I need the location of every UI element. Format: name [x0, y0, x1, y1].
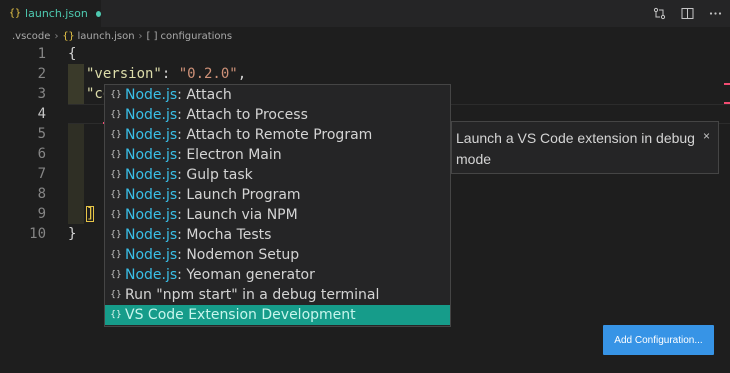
indent-guide — [68, 64, 84, 104]
suggestion-item[interactable]: {} Node.js: Attach to Process — [105, 105, 450, 125]
snippet-icon: {} — [110, 170, 122, 180]
json-colon: : — [161, 66, 179, 82]
snippet-icon: {} — [110, 290, 122, 300]
snippet-icon: {} — [110, 270, 122, 280]
tab-bar: {} launch.json — [0, 0, 730, 27]
snippet-icon: {} — [110, 230, 122, 240]
suggestion-item[interactable]: {} Node.js: Attach to Remote Program — [105, 125, 450, 145]
bracket-close: ] — [86, 206, 95, 222]
line-number: 4 — [37, 106, 46, 122]
suggestion-details: Launch a VS Code extension in debug mode… — [451, 121, 719, 174]
code-line: } — [68, 226, 77, 242]
suggestion-list[interactable]: {} Node.js: Attach {} Node.js: Attach to P… — [104, 84, 451, 327]
breadcrumb-vscode[interactable]: .vscode — [12, 31, 50, 42]
tab-label: launch.json — [25, 7, 88, 20]
unsaved-dot-icon[interactable] — [95, 10, 101, 17]
snippet-icon: {} — [110, 210, 122, 220]
suggestion-item[interactable]: {} Node.js: Mocha Tests — [105, 225, 450, 245]
snippet-icon: {} — [110, 130, 122, 140]
line-number: 9 — [37, 206, 46, 222]
breadcrumb-configurations[interactable]: configurations — [161, 31, 233, 42]
overview-ruler-mark — [724, 83, 730, 85]
suggestion-item[interactable]: {} Node.js: Yeoman generator — [105, 265, 450, 285]
more-icon[interactable] — [706, 5, 724, 21]
snippet-icon: {} — [110, 250, 122, 260]
details-text: Launch a VS Code extension in debug mode — [456, 130, 695, 167]
add-configuration-button[interactable]: Add Configuration... — [603, 325, 714, 355]
array-icon: [ ] — [146, 30, 158, 42]
json-key: "version" — [86, 66, 162, 82]
line-number: 6 — [37, 146, 46, 162]
snippet-icon: {} — [110, 90, 122, 100]
json-file-icon: {} — [9, 8, 22, 19]
line-number: 10 — [29, 226, 46, 242]
suggestion-item[interactable]: {} Node.js: Nodemon Setup — [105, 245, 450, 265]
suggestion-item[interactable]: {} Node.js: Attach — [105, 85, 450, 105]
snippet-icon: {} — [110, 190, 122, 200]
close-icon[interactable]: × — [703, 126, 710, 147]
line-number: 8 — [37, 186, 46, 202]
suggestion-item[interactable]: {} Node.js: Gulp task — [105, 165, 450, 185]
suggestion-item[interactable]: {} Run "npm start" in a debug terminal — [105, 285, 450, 305]
json-comma: , — [237, 66, 247, 82]
suggestion-item[interactable]: {} Node.js: Electron Main — [105, 145, 450, 165]
line-number: 3 — [37, 86, 46, 102]
overview-ruler-mark — [724, 102, 730, 104]
split-editor-icon[interactable] — [678, 5, 696, 21]
snippet-icon: {} — [110, 110, 122, 120]
code-line: "version": "0.2.0", — [86, 64, 246, 84]
code-line: { — [68, 46, 77, 62]
tab-launch-json[interactable]: {} launch.json — [0, 0, 101, 27]
suggestion-item[interactable]: {} Node.js: Launch via NPM — [105, 205, 450, 225]
json-file-icon: {} — [62, 30, 75, 42]
json-value: "0.2.0" — [178, 66, 238, 82]
chevron-right-icon: › — [54, 30, 59, 42]
line-number: 1 — [37, 46, 46, 62]
snippet-icon: {} — [110, 310, 122, 320]
line-number: 2 — [37, 66, 46, 82]
breadcrumb-launch-json[interactable]: launch.json — [77, 31, 134, 42]
line-number: 5 — [37, 126, 46, 142]
compare-changes-icon[interactable] — [650, 5, 668, 21]
editor-actions — [650, 5, 724, 21]
chevron-right-icon: › — [138, 30, 143, 42]
suggestion-item-selected[interactable]: {} VS Code Extension Development — [105, 305, 450, 325]
breadcrumb: .vscode › {} launch.json › [ ] configura… — [12, 29, 232, 43]
snippet-icon: {} — [110, 150, 122, 160]
suggestion-item[interactable]: {} Node.js: Launch Program — [105, 185, 450, 205]
indent-guide — [68, 124, 84, 224]
code-line: ] — [86, 204, 95, 224]
line-number: 7 — [37, 166, 46, 182]
